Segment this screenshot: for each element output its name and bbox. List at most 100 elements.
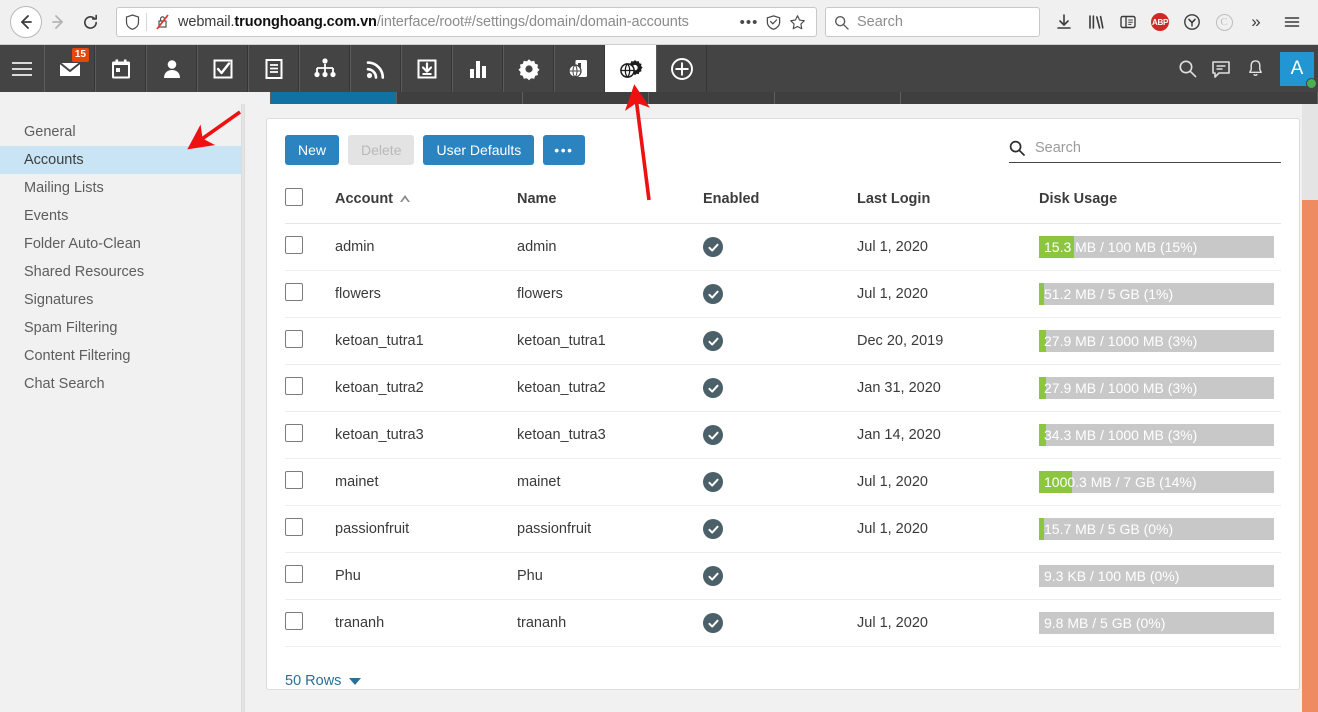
subtab-active[interactable]: [271, 92, 397, 104]
nav-tab-domain-settings[interactable]: [605, 45, 656, 92]
subtab-5[interactable]: [775, 92, 901, 104]
table-row[interactable]: passionfruit passionfruit Jul 1, 2020 15.7 …: [285, 505, 1281, 553]
nav-tab-reports[interactable]: [452, 45, 503, 92]
row-checkbox[interactable]: [285, 330, 303, 348]
row-select-cell: [285, 317, 335, 365]
hamburger-menu-icon[interactable]: [1276, 6, 1308, 38]
nav-tab-notes[interactable]: [248, 45, 299, 92]
search-icon: [1009, 140, 1025, 156]
adblock-plus-icon[interactable]: ABP: [1144, 6, 1176, 38]
nav-tab-calendar[interactable]: [95, 45, 146, 92]
disk-usage-bar: 1000.3 MB / 7 GB (14%): [1039, 471, 1274, 493]
sidebar-item-content-filtering[interactable]: Content Filtering: [0, 342, 241, 370]
row-checkbox[interactable]: [285, 424, 303, 442]
sidebar-item-events[interactable]: Events: [0, 202, 241, 230]
nav-tab-archive[interactable]: [401, 45, 452, 92]
rows-per-page-selector[interactable]: 50 Rows: [285, 661, 1281, 689]
chat-bubble-icon[interactable]: [1204, 45, 1238, 92]
table-row[interactable]: ketoan_tutra1 ketoan_tutra1 Dec 20, 2019 27…: [285, 317, 1281, 365]
page-scrollbar[interactable]: [1302, 104, 1318, 712]
accounts-search-input[interactable]: Search: [1009, 140, 1281, 163]
user-defaults-button[interactable]: User Defaults: [423, 135, 535, 165]
nav-tab-tasks[interactable]: [197, 45, 248, 92]
row-checkbox[interactable]: [285, 283, 303, 301]
sidebar-item-chat-search[interactable]: Chat Search: [0, 370, 241, 398]
sort-ascending-icon: [400, 195, 410, 202]
table-row[interactable]: admin admin Jul 1, 2020 15.3 MB / 100 MB (1…: [285, 223, 1281, 271]
cell-account: ketoan_tutra3: [335, 411, 517, 459]
new-button[interactable]: New: [285, 135, 340, 165]
reload-icon[interactable]: [74, 6, 106, 38]
back-arrow-icon[interactable]: [10, 6, 42, 38]
column-header-enabled[interactable]: Enabled: [703, 178, 857, 224]
table-row[interactable]: mainet mainet Jul 1, 2020 1000.3 MB / 7 GB …: [285, 458, 1281, 506]
cell-name: trananh: [517, 599, 703, 647]
column-header-last-login[interactable]: Last Login: [857, 178, 1039, 224]
container-letter: C: [1215, 13, 1233, 31]
row-checkbox[interactable]: [285, 518, 303, 536]
subtab-3[interactable]: [523, 92, 649, 104]
nav-tab-settings[interactable]: [503, 45, 554, 92]
delete-button[interactable]: Delete: [348, 135, 415, 165]
nav-tab-feeds[interactable]: [350, 45, 401, 92]
cell-name: ketoan_tutra2: [517, 364, 703, 412]
sidebar-item-folder-auto-clean[interactable]: Folder Auto-Clean: [0, 230, 241, 258]
download-icon[interactable]: [1048, 6, 1080, 38]
bell-icon[interactable]: [1238, 45, 1272, 92]
table-row[interactable]: ketoan_tutra2 ketoan_tutra2 Jan 31, 2020 27…: [285, 364, 1281, 412]
select-all-checkbox[interactable]: [285, 188, 303, 206]
adblock-badge-label: ABP: [1151, 13, 1169, 31]
library-icon[interactable]: [1080, 6, 1112, 38]
sub-tab-strip: [0, 92, 1318, 104]
column-header-disk-usage[interactable]: Disk Usage: [1039, 178, 1281, 224]
no-lock-icon[interactable]: [155, 14, 170, 30]
page-actions-icon[interactable]: •••: [738, 14, 760, 31]
column-header-account[interactable]: Account: [335, 178, 517, 224]
sidebar-icon[interactable]: [1112, 6, 1144, 38]
table-row[interactable]: Phu Phu 9.3 KB / 100 MB (0%): [285, 552, 1281, 600]
row-select-cell: [285, 364, 335, 412]
disk-usage-bar: 15.3 MB / 100 MB (15%): [1039, 236, 1274, 258]
app-menu-hamburger-icon[interactable]: [0, 45, 44, 92]
more-options-button[interactable]: •••: [543, 135, 585, 165]
star-icon[interactable]: [786, 14, 808, 31]
column-header-name[interactable]: Name: [517, 178, 703, 224]
row-checkbox[interactable]: [285, 612, 303, 630]
table-row[interactable]: trananh trananh Jul 1, 2020 9.8 MB / 5 GB (…: [285, 599, 1281, 647]
sidebar-item-spam-filtering[interactable]: Spam Filtering: [0, 314, 241, 342]
subtab-4[interactable]: [649, 92, 775, 104]
table-row[interactable]: ketoan_tutra3 ketoan_tutra3 Jan 14, 2020 34…: [285, 411, 1281, 459]
sidebar-item-mailing-lists[interactable]: Mailing Lists: [0, 174, 241, 202]
container-tabs-icon[interactable]: C: [1208, 6, 1240, 38]
nav-tab-mail[interactable]: 15: [44, 45, 95, 92]
url-prefix: webmail.: [178, 14, 235, 30]
nav-tab-add[interactable]: [656, 45, 707, 92]
disk-usage-label: 27.9 MB / 1000 MB (3%): [1044, 380, 1198, 396]
sidebar-item-shared-resources[interactable]: Shared Resources: [0, 258, 241, 286]
avatar[interactable]: A: [1280, 51, 1317, 89]
row-checkbox[interactable]: [285, 377, 303, 395]
pocket-shield-icon[interactable]: [762, 14, 784, 31]
scrollbar-thumb[interactable]: [1302, 200, 1318, 712]
sidebar-item-accounts[interactable]: Accounts: [0, 146, 241, 174]
sidebar-item-general[interactable]: General: [0, 118, 241, 146]
browser-search-input[interactable]: Search: [825, 7, 1040, 37]
table-row[interactable]: flowers flowers Jul 1, 2020 51.2 MB / 5 GB …: [285, 270, 1281, 318]
nav-tab-contacts[interactable]: [146, 45, 197, 92]
nav-tab-domain[interactable]: [554, 45, 605, 92]
row-checkbox[interactable]: [285, 565, 303, 583]
sidebar-item-signatures[interactable]: Signatures: [0, 286, 241, 314]
overflow-chevron-icon[interactable]: »: [1240, 6, 1272, 38]
subtab-2[interactable]: [397, 92, 523, 104]
nav-tab-sitemap[interactable]: [299, 45, 350, 92]
row-select-cell: [285, 223, 335, 271]
url-bar[interactable]: webmail.truonghoang.com.vn/interface/roo…: [116, 7, 817, 37]
app-top-navigation: 15 A: [0, 45, 1318, 92]
pocket-icon[interactable]: [1176, 6, 1208, 38]
magnifier-icon[interactable]: [1170, 45, 1204, 92]
row-checkbox[interactable]: [285, 236, 303, 254]
sidebar-item-label: Shared Resources: [24, 264, 145, 280]
row-select-cell: [285, 411, 335, 459]
row-checkbox[interactable]: [285, 471, 303, 489]
cell-disk-usage: 27.9 MB / 1000 MB (3%): [1039, 364, 1281, 412]
